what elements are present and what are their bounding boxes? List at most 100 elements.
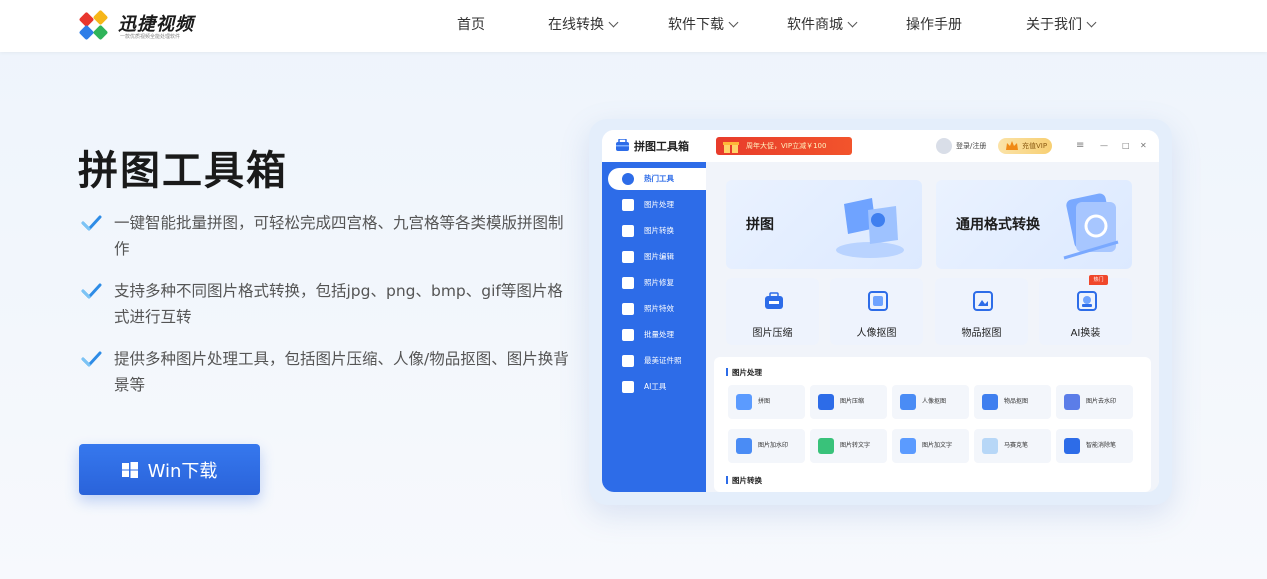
app-titlebar: 拼图工具箱 周年大促，VIP立减￥100 登录/注册 充值VIP ≡ — □ ✕ bbox=[602, 130, 1159, 162]
sidebar-item-ai-tools[interactable]: AI工具 bbox=[608, 376, 706, 398]
batch-icon bbox=[622, 329, 634, 341]
nav-manual[interactable]: 操作手册 bbox=[906, 0, 962, 50]
sidebar-item-photo-repair[interactable]: 照片修复 bbox=[608, 272, 706, 294]
win-download-button[interactable]: Win下载 bbox=[79, 444, 260, 495]
login-link[interactable]: 登录/注册 bbox=[936, 138, 986, 154]
crown-icon bbox=[1006, 141, 1018, 150]
chevron-down-icon bbox=[728, 17, 739, 28]
card-collage[interactable]: 拼图 bbox=[726, 180, 922, 269]
card-image-compress[interactable]: 图片压缩 bbox=[726, 278, 819, 345]
app-main: 拼图 通用格式转换 图片压缩 人像抠图 物品抠图 AI换装 热门 图片处理 拼图… bbox=[706, 162, 1159, 492]
sidebar-item-label: 热门工具 bbox=[644, 174, 674, 183]
avatar-icon bbox=[936, 138, 952, 154]
card-collage-label: 拼图 bbox=[746, 217, 774, 233]
portrait-cutout-icon bbox=[868, 291, 888, 311]
remove-watermark-icon bbox=[1064, 394, 1080, 410]
app-preview: 拼图工具箱 周年大促，VIP立减￥100 登录/注册 充值VIP ≡ — □ ✕… bbox=[602, 130, 1159, 492]
menu-icon[interactable]: ≡ bbox=[1076, 138, 1084, 154]
tool-label: 图片加水印 bbox=[758, 442, 789, 449]
feature-text: 支持多种不同图片格式转换，包括jpg、png、bmp、gif等图片格式进行互转 bbox=[114, 282, 563, 326]
ai-icon bbox=[622, 381, 634, 393]
nav-software-download[interactable]: 软件下载 bbox=[668, 0, 739, 50]
sidebar-item-batch[interactable]: 批量处理 bbox=[608, 324, 706, 346]
nav-about[interactable]: 关于我们 bbox=[1026, 0, 1097, 50]
nav-software-download-label: 软件下载 bbox=[668, 17, 724, 33]
sidebar-item-label: 图片编辑 bbox=[644, 252, 674, 261]
tool-object-cutout[interactable]: 物品抠图 bbox=[974, 385, 1051, 419]
convert-icon bbox=[622, 225, 634, 237]
nav-software-store[interactable]: 软件商城 bbox=[787, 0, 858, 50]
collage-icon bbox=[736, 394, 752, 410]
login-text: 登录/注册 bbox=[956, 142, 987, 150]
tool-add-watermark[interactable]: 图片加水印 bbox=[728, 429, 805, 463]
card-object-cutout-label: 物品抠图 bbox=[961, 328, 1002, 339]
tool-label: 图片去水印 bbox=[1086, 398, 1117, 405]
brand-tagline: 一款优质视频全能处理软件 bbox=[120, 34, 181, 40]
sidebar-item-photo-effects[interactable]: 照片特效 bbox=[608, 298, 706, 320]
toolbox-icon bbox=[616, 139, 629, 151]
feature-item: 支持多种不同图片格式转换，包括jpg、png、bmp、gif等图片格式进行互转 bbox=[80, 278, 570, 330]
chevron-down-icon bbox=[1086, 17, 1097, 28]
tool-label: 智能消除笔 bbox=[1086, 442, 1117, 449]
nav-home[interactable]: 首页 bbox=[457, 0, 485, 50]
tool-label: 图片压缩 bbox=[840, 398, 865, 405]
add-text-icon bbox=[900, 438, 916, 454]
app-title: 拼图工具箱 bbox=[634, 140, 689, 153]
tool-label: 马赛克笔 bbox=[1004, 442, 1029, 449]
chevron-down-icon bbox=[608, 17, 619, 28]
sidebar-item-label: AI工具 bbox=[644, 382, 667, 391]
sidebar-item-label: 批量处理 bbox=[644, 330, 674, 339]
card-ai-outfit[interactable]: AI换装 bbox=[1039, 278, 1132, 345]
feature-text: 提供多种图片处理工具，包括图片压缩、人像/物品抠图、图片换背景等 bbox=[114, 350, 569, 394]
logo-icon bbox=[79, 10, 108, 40]
card-format-convert[interactable]: 通用格式转换 bbox=[936, 180, 1132, 269]
tool-add-text[interactable]: 图片加文字 bbox=[892, 429, 969, 463]
sidebar-item-hot-tools[interactable]: 热门工具 bbox=[608, 168, 706, 190]
nav-online-convert[interactable]: 在线转换 bbox=[548, 0, 619, 50]
image-icon bbox=[622, 199, 634, 211]
nav-software-store-label: 软件商城 bbox=[787, 17, 843, 33]
sidebar-item-image-processing[interactable]: 图片处理 bbox=[608, 194, 706, 216]
edit-icon bbox=[622, 251, 634, 263]
object-cutout-icon bbox=[973, 291, 993, 311]
brand-logo[interactable]: 迅捷视频 一款优质视频全能处理软件 bbox=[78, 8, 208, 44]
sidebar-item-label: 图片处理 bbox=[644, 200, 674, 209]
tool-smart-eraser[interactable]: 智能消除笔 bbox=[1056, 429, 1133, 463]
tool-compress[interactable]: 图片压缩 bbox=[810, 385, 887, 419]
portrait-cutout-icon bbox=[900, 394, 916, 410]
image-to-text-icon bbox=[818, 438, 834, 454]
tool-portrait-cutout[interactable]: 人像抠图 bbox=[892, 385, 969, 419]
tool-remove-watermark[interactable]: 图片去水印 bbox=[1056, 385, 1133, 419]
vip-button[interactable]: 充值VIP bbox=[998, 138, 1052, 154]
card-ai-outfit-label: AI换装 bbox=[1070, 328, 1101, 339]
section-title: 图片转换 bbox=[726, 475, 762, 486]
sidebar-item-image-edit[interactable]: 图片编辑 bbox=[608, 246, 706, 268]
compress-icon bbox=[818, 394, 834, 410]
mosaic-icon bbox=[982, 438, 998, 454]
tool-mosaic[interactable]: 马赛克笔 bbox=[974, 429, 1051, 463]
nav-home-label: 首页 bbox=[457, 17, 485, 33]
win-download-label: Win下载 bbox=[147, 460, 218, 482]
tool-image-to-text[interactable]: 图片转文字 bbox=[810, 429, 887, 463]
maximize-icon[interactable]: □ bbox=[1122, 138, 1130, 154]
page-title: 拼图工具箱 bbox=[78, 148, 288, 194]
nav-online-convert-label: 在线转换 bbox=[548, 17, 604, 33]
convert-illustration-icon bbox=[1063, 193, 1119, 260]
feature-item: 提供多种图片处理工具，包括图片压缩、人像/物品抠图、图片换背景等 bbox=[80, 346, 570, 398]
hot-icon bbox=[622, 173, 634, 185]
check-icon bbox=[81, 351, 102, 367]
tool-label: 人像抠图 bbox=[922, 398, 947, 405]
sidebar-item-id-photo[interactable]: 最美证件照 bbox=[608, 350, 706, 372]
close-icon[interactable]: ✕ bbox=[1140, 138, 1147, 154]
sidebar-item-image-convert[interactable]: 图片转换 bbox=[608, 220, 706, 242]
promo-banner[interactable]: 周年大促，VIP立减￥100 bbox=[716, 137, 852, 155]
card-object-cutout[interactable]: 物品抠图 bbox=[935, 278, 1028, 345]
chevron-down-icon bbox=[847, 17, 858, 28]
gift-icon bbox=[723, 142, 739, 153]
sidebar-item-label: 照片修复 bbox=[644, 278, 674, 287]
feature-item: 一键智能批量拼图，可轻松完成四宫格、九宫格等各类模版拼图制作 bbox=[80, 210, 570, 262]
minimize-icon[interactable]: — bbox=[1100, 138, 1108, 154]
section-title: 图片处理 bbox=[726, 367, 762, 378]
tool-collage[interactable]: 拼图 bbox=[728, 385, 805, 419]
card-portrait-cutout[interactable]: 人像抠图 bbox=[830, 278, 923, 345]
